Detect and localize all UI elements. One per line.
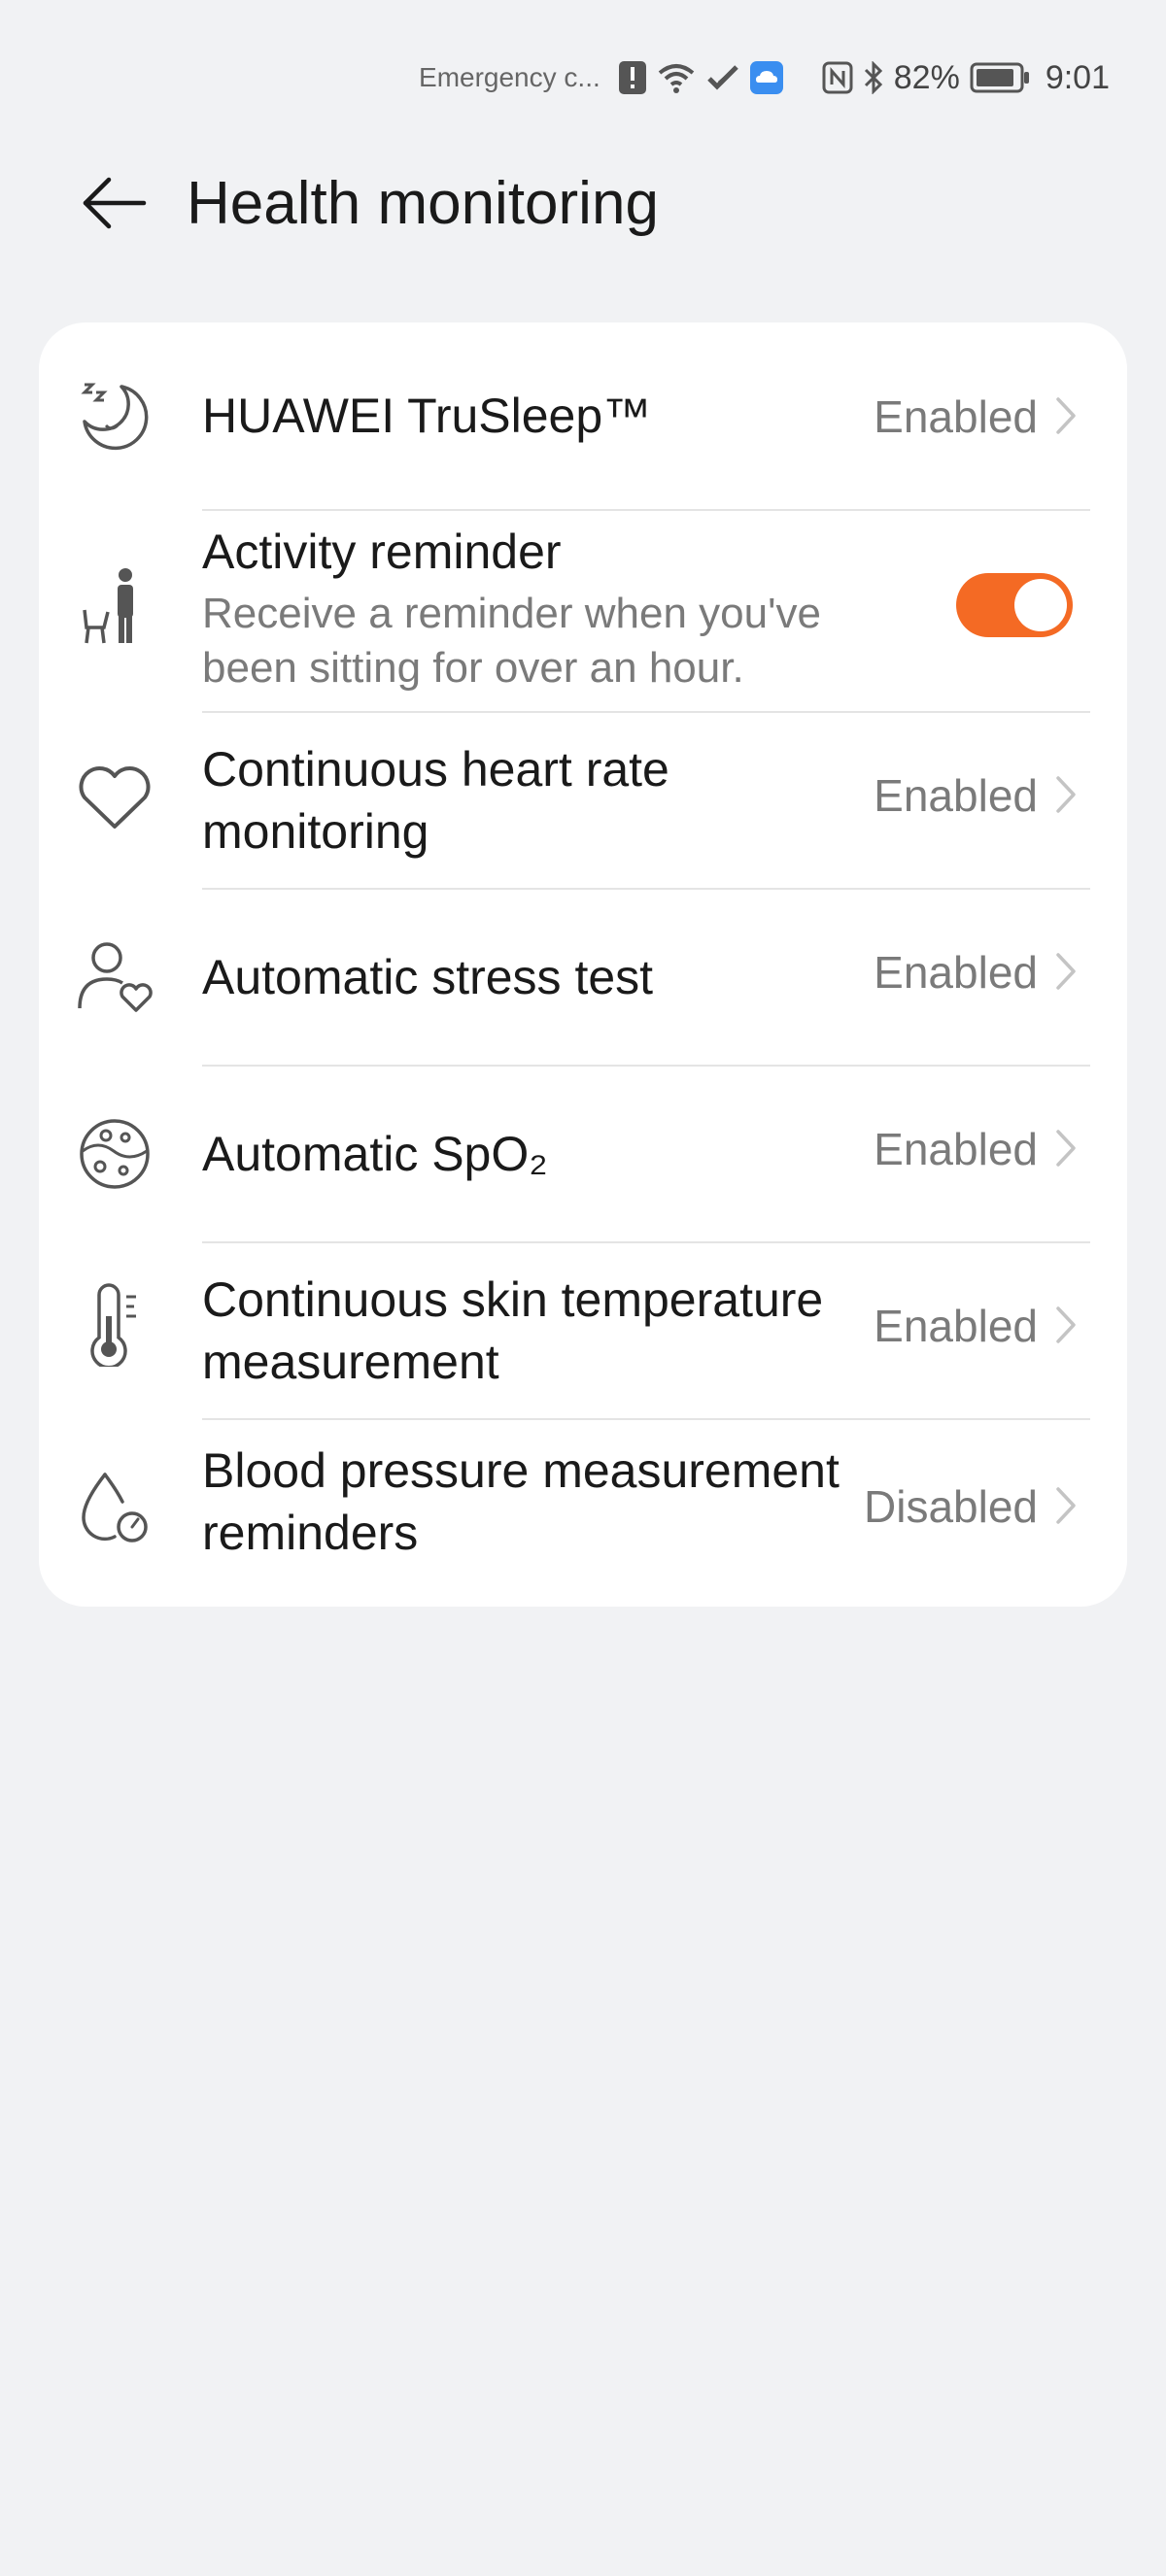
setting-row-activity[interactable]: Activity reminder Receive a reminder whe… bbox=[39, 511, 1127, 705]
setting-row-spo2[interactable]: Automatic SpO₂ Enabled bbox=[39, 1067, 1127, 1241]
setting-title: Continuous heart rate monitoring bbox=[202, 742, 669, 859]
wifi-icon bbox=[657, 61, 696, 94]
setting-row-heart-rate[interactable]: Continuous heart rate monitoring Enabled bbox=[39, 713, 1127, 888]
thermometer-icon bbox=[74, 1283, 155, 1367]
setting-row-trusleep[interactable]: HUAWEI TruSleep™ Enabled bbox=[39, 322, 1127, 510]
nfc-icon bbox=[822, 61, 853, 94]
toggle-knob bbox=[1014, 579, 1067, 631]
activity-reminder-toggle[interactable] bbox=[956, 573, 1073, 637]
setting-status: Disabled bbox=[864, 1481, 1038, 1532]
cloud-icon bbox=[749, 61, 783, 94]
chevron-right-icon bbox=[1051, 1301, 1080, 1349]
setting-row-stress[interactable]: Automatic stress test Enabled bbox=[39, 890, 1127, 1065]
battery-percent: 82% bbox=[893, 58, 960, 96]
battery-icon bbox=[970, 62, 1030, 93]
chevron-right-icon bbox=[1051, 770, 1080, 819]
setting-status: Enabled bbox=[874, 770, 1038, 821]
setting-title: Blood pressure measurement reminders bbox=[202, 1443, 840, 1560]
chevron-right-icon bbox=[1051, 947, 1080, 996]
chevron-right-icon bbox=[1051, 1124, 1080, 1172]
sitting-person-icon bbox=[74, 565, 155, 647]
setting-status: Enabled bbox=[874, 391, 1038, 442]
alert-icon bbox=[618, 60, 647, 95]
status-bar: Emergency c... 82% 9:01 bbox=[419, 53, 1110, 102]
setting-status: Enabled bbox=[874, 1301, 1038, 1351]
setting-description: Receive a reminder when you've been sitt… bbox=[202, 590, 821, 692]
setting-title: Continuous skin temperature measurement bbox=[202, 1272, 824, 1389]
setting-title: Activity reminder bbox=[202, 525, 562, 579]
setting-title: Automatic SpO₂ bbox=[202, 1127, 548, 1181]
back-button[interactable] bbox=[76, 165, 152, 241]
page-title: Health monitoring bbox=[187, 169, 659, 237]
chevron-right-icon bbox=[1051, 1481, 1080, 1530]
sleep-icon bbox=[74, 376, 155, 458]
chevron-right-icon bbox=[1051, 391, 1080, 440]
bluetooth-icon bbox=[863, 61, 884, 94]
spo2-icon bbox=[74, 1113, 155, 1195]
settings-card: HUAWEI TruSleep™ Enabled Activity remind… bbox=[39, 322, 1127, 1607]
setting-title: HUAWEI TruSleep™ bbox=[202, 389, 652, 443]
setting-row-skin-temperature[interactable]: Continuous skin temperature measurement … bbox=[39, 1243, 1127, 1418]
setting-status: Enabled bbox=[874, 1124, 1038, 1174]
setting-title: Automatic stress test bbox=[202, 950, 654, 1004]
back-arrow-icon bbox=[83, 177, 147, 229]
setting-status: Enabled bbox=[874, 947, 1038, 998]
blood-pressure-icon bbox=[74, 1467, 155, 1548]
page-header: Health monitoring bbox=[76, 165, 659, 241]
heart-icon bbox=[74, 758, 155, 839]
hotspot-icon bbox=[705, 63, 740, 92]
setting-row-blood-pressure[interactable]: Blood pressure measurement reminders Dis… bbox=[39, 1420, 1127, 1605]
carrier-label: Emergency c... bbox=[419, 62, 600, 92]
clock: 9:01 bbox=[1045, 58, 1110, 96]
stress-person-icon bbox=[74, 936, 155, 1018]
